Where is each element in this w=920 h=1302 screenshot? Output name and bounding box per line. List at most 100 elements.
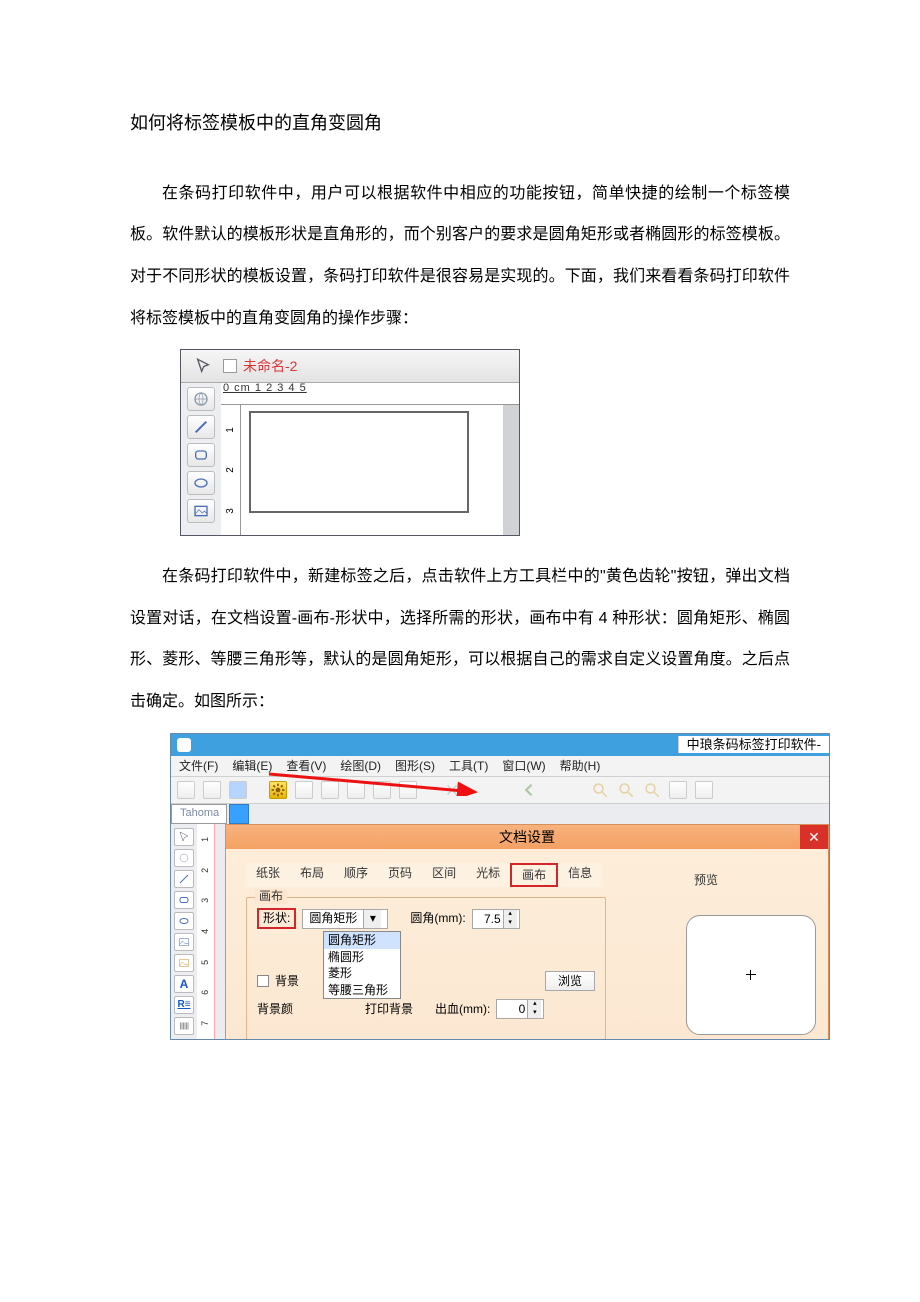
cut-icon[interactable] xyxy=(443,781,461,799)
rounded-rect-icon[interactable] xyxy=(187,443,215,467)
shape-option-rhombus[interactable]: 菱形 xyxy=(324,965,400,981)
shape-option-rounded[interactable]: 圆角矩形 xyxy=(324,932,400,948)
tab-layout[interactable]: 布局 xyxy=(290,863,334,887)
tab-range[interactable]: 区间 xyxy=(422,863,466,887)
align2-icon xyxy=(763,781,781,799)
shot1-tool-column xyxy=(181,383,221,535)
preview-label: 预览 xyxy=(694,873,718,887)
new-icon[interactable] xyxy=(177,781,195,799)
tab-cursor[interactable]: 光标 xyxy=(466,863,510,887)
globe-icon[interactable] xyxy=(187,387,215,411)
barcode-icon[interactable] xyxy=(174,1017,194,1035)
shape-option-ellipse[interactable]: 椭圆形 xyxy=(324,949,400,965)
dialog-titlebar: 文档设置 ✕ xyxy=(226,825,828,849)
left-tool-column: A R≡ xyxy=(171,824,197,1039)
chevron-down-icon[interactable]: ▾ xyxy=(363,910,381,928)
app-titlebar: 中琅条码标签打印软件- xyxy=(171,734,829,756)
mag1-icon[interactable] xyxy=(591,781,609,799)
app-title-text: 中琅条码标签打印软件- xyxy=(678,736,829,754)
print-icon[interactable] xyxy=(295,781,313,799)
richtext-tool-icon[interactable]: R≡ xyxy=(174,996,194,1014)
bg-checkbox[interactable] xyxy=(257,975,269,987)
bleed-label: 出血(mm): xyxy=(435,1002,490,1016)
paste-icon xyxy=(495,781,513,799)
image-icon[interactable] xyxy=(174,933,194,951)
shape-select[interactable]: 圆角矩形 ▾ xyxy=(302,909,388,929)
menu-file[interactable]: 文件(F) xyxy=(179,759,218,773)
screenshot-2: 中琅条码标签打印软件- 文件(F) 编辑(E) 查看(V) 绘图(D) 图形(S… xyxy=(170,733,830,1040)
menu-edit[interactable]: 编辑(E) xyxy=(232,759,272,773)
save-icon[interactable] xyxy=(229,781,247,799)
menu-tool[interactable]: 工具(T) xyxy=(449,759,488,773)
preview-canvas xyxy=(686,915,816,1035)
bleed-spinner[interactable]: ▴▾ xyxy=(496,999,544,1019)
doc-title: 未命名-2 xyxy=(243,359,297,373)
font-name-field[interactable]: Tahoma xyxy=(171,804,227,823)
font-diamond-icon[interactable] xyxy=(229,804,249,824)
group-canvas: 画布 形状: 圆角矩形 ▾ 圆角(mm): ▴▾ 圆角矩形 xyxy=(246,897,606,1040)
corner-label: 圆角(mm): xyxy=(410,911,465,925)
shape-label: 形状: xyxy=(257,908,296,928)
menu-view[interactable]: 查看(V) xyxy=(286,759,326,773)
preview-center-mark xyxy=(748,972,754,978)
dialog-tabs: 纸张 布局 顺序 页码 区间 光标 画布 信息 xyxy=(246,863,828,887)
shape-option-triangle[interactable]: 等腰三角形 xyxy=(324,982,400,998)
line-icon[interactable] xyxy=(187,415,215,439)
grid-icon[interactable] xyxy=(399,781,417,799)
cursor-icon[interactable] xyxy=(174,828,194,846)
tab-info[interactable]: 信息 xyxy=(558,863,602,887)
line-icon[interactable] xyxy=(174,870,194,888)
mag2-icon[interactable] xyxy=(617,781,635,799)
tab-order[interactable]: 顺序 xyxy=(334,863,378,887)
menu-shape[interactable]: 图形(S) xyxy=(395,759,435,773)
main-toolbar xyxy=(171,776,829,804)
image2-icon[interactable] xyxy=(174,954,194,972)
zoom-icon[interactable] xyxy=(321,781,339,799)
text-tool-icon[interactable]: A xyxy=(174,975,194,993)
tab-canvas[interactable]: 画布 xyxy=(510,863,558,887)
article-title: 如何将标签模板中的直角变圆角 xyxy=(130,100,790,147)
db-icon[interactable] xyxy=(347,781,365,799)
font-row: Tahoma xyxy=(171,804,829,824)
doc-tab-bar: 未命名-2 xyxy=(181,350,519,383)
menu-window[interactable]: 窗口(W) xyxy=(502,759,545,773)
globe-icon[interactable] xyxy=(174,849,194,867)
rounded-rect-icon[interactable] xyxy=(174,891,194,909)
fit2-icon[interactable] xyxy=(695,781,713,799)
bg-checkbox-label: 背景 xyxy=(275,974,299,988)
image-icon[interactable] xyxy=(187,499,215,523)
ellipse-icon[interactable] xyxy=(174,912,194,930)
tab-paper[interactable]: 纸张 xyxy=(246,863,290,887)
canvas-area[interactable] xyxy=(241,405,503,535)
paragraph-1: 在条码打印软件中，用户可以根据软件中相应的功能按钮，简单快捷的绘制一个标签模板。… xyxy=(130,173,790,339)
copy-icon xyxy=(469,781,487,799)
cursor-icon xyxy=(189,354,217,378)
mag3-icon[interactable] xyxy=(643,781,661,799)
bleed-input[interactable] xyxy=(497,1002,527,1016)
close-icon[interactable]: ✕ xyxy=(800,825,828,849)
menu-help[interactable]: 帮助(H) xyxy=(560,759,601,773)
globe-icon[interactable] xyxy=(373,781,391,799)
browse-button[interactable]: 浏览 xyxy=(545,971,595,991)
menubar: 文件(F) 编辑(E) 查看(V) 绘图(D) 图形(S) 工具(T) 窗口(W… xyxy=(171,756,829,776)
bg-color-label: 背景颜 xyxy=(257,1002,293,1016)
label-rectangle xyxy=(249,411,469,513)
corner-spinner[interactable]: ▴▾ xyxy=(472,909,520,929)
undo-icon[interactable] xyxy=(521,781,539,799)
ruler-horizontal: 0 cm 1 2 3 4 5 xyxy=(221,383,519,405)
ruler-vertical: 1 2 3 4 5 6 7 xyxy=(197,824,215,1039)
align1-icon xyxy=(737,781,755,799)
align3-icon xyxy=(789,781,807,799)
ellipse-icon[interactable] xyxy=(187,471,215,495)
doc-icon xyxy=(223,359,237,373)
redo-icon xyxy=(547,781,565,799)
fit-icon[interactable] xyxy=(669,781,687,799)
app-logo-icon xyxy=(177,738,191,752)
open-icon[interactable] xyxy=(203,781,221,799)
tab-page[interactable]: 页码 xyxy=(378,863,422,887)
dialog-title-text: 文档设置 xyxy=(499,829,555,846)
corner-input[interactable] xyxy=(473,912,503,926)
menu-draw[interactable]: 绘图(D) xyxy=(340,759,381,773)
shape-dropdown-list[interactable]: 圆角矩形 椭圆形 菱形 等腰三角形 xyxy=(323,931,401,999)
gear-icon[interactable] xyxy=(269,781,287,799)
